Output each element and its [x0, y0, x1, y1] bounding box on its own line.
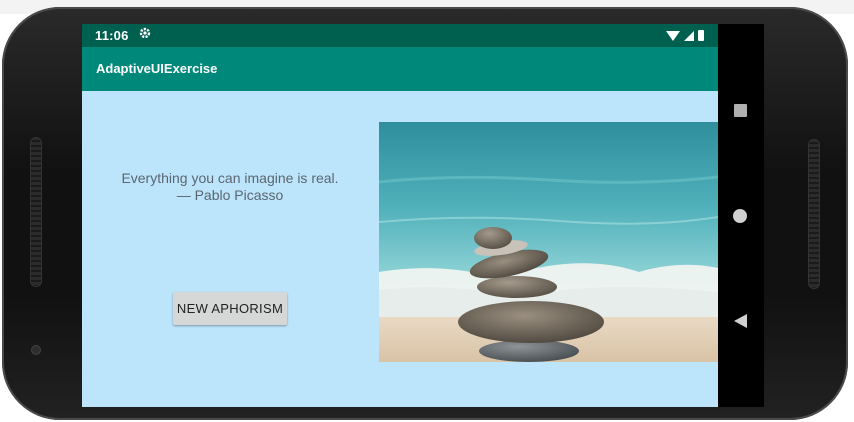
device-screen: 11:06 AdaptiveUIExercise Everything you …: [82, 24, 764, 407]
stacked-stones-image: [379, 122, 718, 362]
app-title: AdaptiveUIExercise: [96, 61, 218, 76]
aphorism-text: Everything you can imagine is real. — Pa…: [82, 170, 378, 204]
battery-icon: [698, 30, 704, 41]
status-icons: [666, 29, 704, 42]
right-speaker-grille: [808, 139, 820, 289]
cell-signal-icon: [684, 30, 694, 41]
home-circle-icon[interactable]: [733, 209, 747, 223]
status-bar: 11:06: [82, 24, 718, 47]
recents-square-icon[interactable]: [734, 104, 747, 117]
main-content: Everything you can imagine is real. — Pa…: [82, 91, 718, 407]
quote-author: — Pablo Picasso: [176, 187, 284, 203]
front-camera: [32, 346, 40, 354]
quote-text: Everything you can imagine is real.: [121, 170, 339, 186]
new-aphorism-button[interactable]: NEW APHORISM: [173, 292, 287, 325]
app-bar: AdaptiveUIExercise: [82, 47, 718, 91]
left-speaker-grille: [30, 137, 42, 287]
back-triangle-icon[interactable]: [734, 314, 747, 328]
navigation-bar: [718, 24, 764, 407]
wifi-icon: [666, 30, 680, 41]
settings-gear-icon: [139, 27, 151, 42]
status-time: 11:06: [95, 28, 129, 43]
